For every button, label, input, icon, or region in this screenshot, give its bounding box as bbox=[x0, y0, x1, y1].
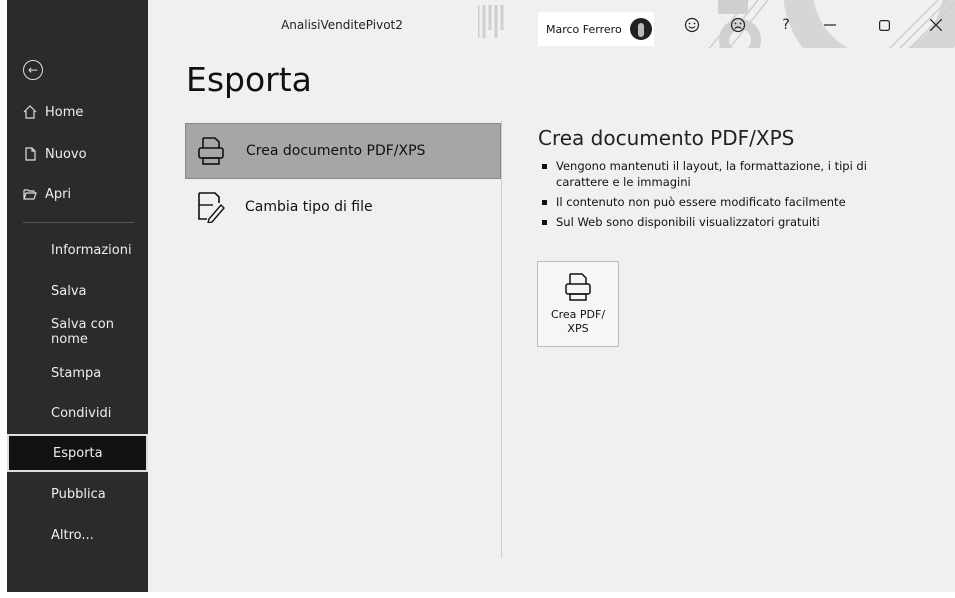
sidebar-item-label: Stampa bbox=[51, 365, 102, 381]
button-label-line-1: Crea PDF/ bbox=[550, 308, 606, 321]
document-title: AnalisiVenditePivot2 bbox=[281, 18, 403, 32]
restore-button[interactable] bbox=[870, 12, 898, 38]
smiley-button[interactable] bbox=[678, 12, 706, 38]
list-item: Vengono mantenuti il layout, la formatta… bbox=[538, 158, 898, 190]
sidebar-item-stampa[interactable]: Stampa bbox=[7, 354, 148, 392]
list-item: Sul Web sono disponibili visualizzatori … bbox=[538, 214, 898, 230]
sidebar-item-label: Salva bbox=[51, 283, 87, 299]
sidebar-item-label: Esporta bbox=[53, 445, 103, 461]
sidebar-item-label: Home bbox=[45, 104, 84, 120]
sidebar-item-altro[interactable]: Altro... bbox=[7, 516, 148, 554]
title-bar: AnalisiVenditePivot2 Marco Ferrero ? bbox=[148, 0, 955, 48]
list-item: Il contenuto non può essere modificato f… bbox=[538, 194, 898, 210]
change-file-type-icon bbox=[193, 190, 227, 224]
sidebar-item-label: Condividi bbox=[51, 405, 112, 421]
sidebar-item-label: Apri bbox=[45, 186, 72, 202]
details-title: Crea documento PDF/XPS bbox=[538, 126, 795, 150]
option-create-pdf-xps[interactable]: Crea documento PDF/XPS bbox=[185, 123, 501, 179]
panel-divider bbox=[501, 120, 502, 558]
restore-icon bbox=[878, 19, 890, 31]
export-options-panel: Crea documento PDF/XPS Cambia tipo di fi… bbox=[185, 120, 501, 560]
home-icon bbox=[23, 105, 37, 119]
sidebar-item-label: Informazioni bbox=[51, 242, 132, 258]
sidebar-item-salva-con-nome[interactable]: Salva con nome bbox=[7, 313, 148, 351]
avatar bbox=[629, 18, 652, 40]
new-document-icon bbox=[25, 147, 36, 161]
option-details: Crea documento PDF/XPS Vengono mantenuti… bbox=[538, 126, 898, 234]
help-icon: ? bbox=[782, 17, 790, 33]
sidebar-item-apri[interactable]: Apri bbox=[7, 176, 148, 212]
folder-open-icon bbox=[23, 189, 37, 200]
sidebar-item-pubblica[interactable]: Pubblica bbox=[7, 475, 148, 513]
page-title: Esporta bbox=[186, 60, 312, 99]
create-pdf-xps-button[interactable]: Crea PDF/ XPS bbox=[537, 261, 619, 347]
main-content: AnalisiVenditePivot2 Marco Ferrero ? Esp… bbox=[148, 0, 955, 592]
sidebar-divider bbox=[23, 222, 134, 223]
option-label: Crea documento PDF/XPS bbox=[246, 143, 426, 159]
sidebar-item-label: Altro... bbox=[51, 527, 94, 543]
close-icon bbox=[930, 19, 942, 31]
button-label-line-2: XPS bbox=[567, 322, 589, 335]
sidebar-item-nuovo[interactable]: Nuovo bbox=[7, 136, 148, 172]
back-button[interactable]: ← bbox=[23, 60, 43, 80]
option-label: Cambia tipo di file bbox=[245, 199, 373, 215]
minimize-button[interactable] bbox=[816, 12, 844, 38]
smiley-icon bbox=[684, 17, 700, 33]
minimize-icon bbox=[824, 24, 836, 26]
details-bullets: Vengono mantenuti il layout, la formatta… bbox=[538, 158, 898, 230]
sidebar-item-label: Pubblica bbox=[51, 486, 106, 502]
pdf-printer-icon bbox=[565, 273, 591, 301]
button-label: Crea PDF/ XPS bbox=[543, 308, 613, 336]
frown-button[interactable] bbox=[724, 12, 752, 38]
sidebar-item-condividi[interactable]: Condividi bbox=[7, 394, 148, 432]
sidebar-item-informazioni[interactable]: Informazioni bbox=[7, 231, 148, 269]
option-change-file-type[interactable]: Cambia tipo di file bbox=[185, 179, 501, 235]
back-arrow-icon: ← bbox=[27, 63, 39, 77]
sidebar-item-home[interactable]: Home bbox=[7, 94, 148, 130]
pdf-printer-icon bbox=[194, 134, 228, 168]
sidebar-item-esporta[interactable]: Esporta bbox=[7, 434, 148, 472]
frown-icon bbox=[730, 17, 746, 33]
account-button[interactable]: Marco Ferrero bbox=[538, 12, 654, 46]
sidebar-item-salva[interactable]: Salva bbox=[7, 272, 148, 310]
close-button[interactable] bbox=[922, 12, 950, 38]
app-window: ← Home Nuovo Apri Informazioni Salva Sal… bbox=[0, 0, 955, 598]
help-button[interactable]: ? bbox=[772, 12, 800, 38]
user-name: Marco Ferrero bbox=[546, 22, 622, 36]
sidebar-item-label: Nuovo bbox=[45, 146, 87, 162]
backstage-sidebar: ← Home Nuovo Apri Informazioni Salva Sal… bbox=[7, 0, 148, 592]
sidebar-item-label: Salva con nome bbox=[51, 317, 114, 347]
